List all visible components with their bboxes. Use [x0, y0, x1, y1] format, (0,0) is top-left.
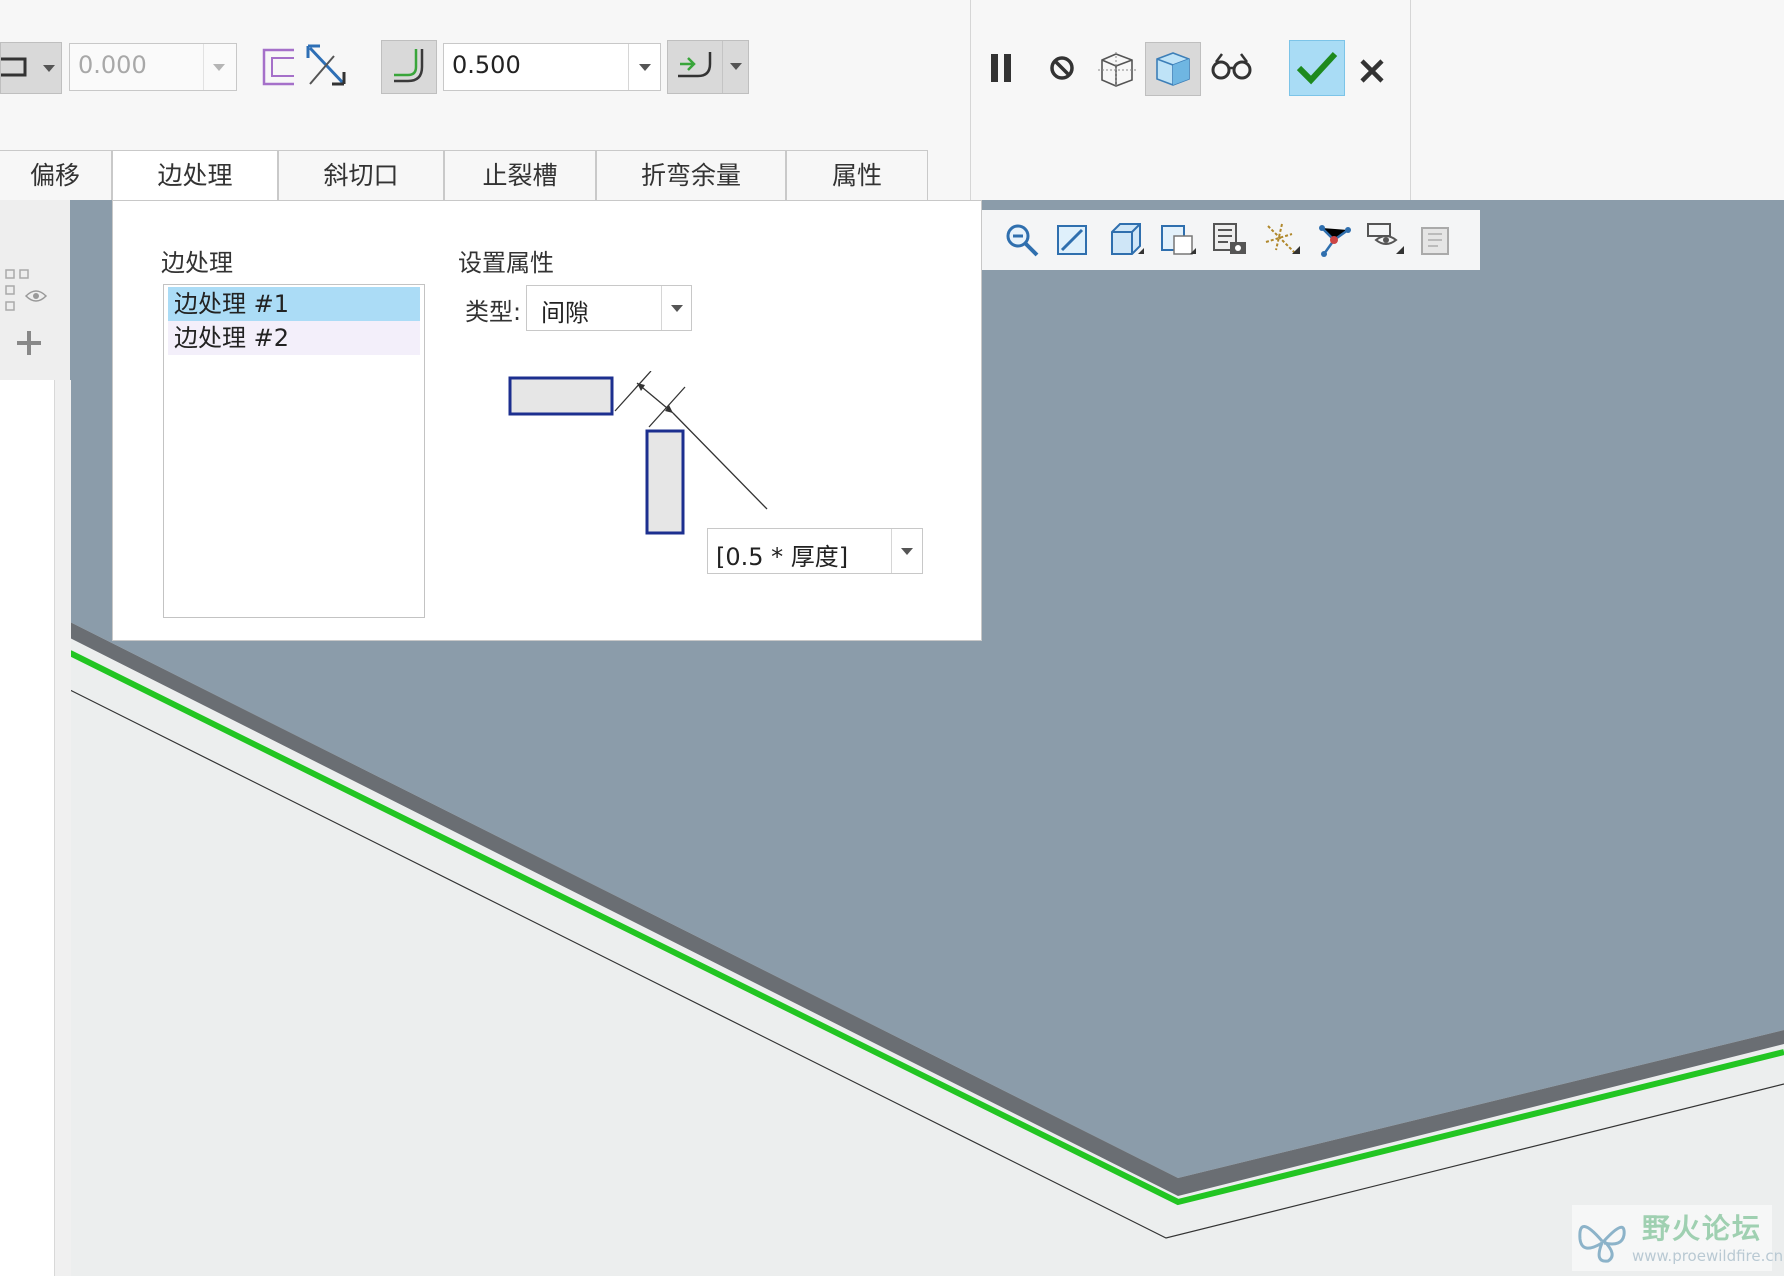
annotation-display-icon[interactable] [1366, 220, 1406, 260]
bend-side-button[interactable] [667, 40, 749, 94]
list-item-label: 边处理 #2 [174, 324, 290, 352]
bend-radius-icon [394, 49, 424, 83]
tab-bend-allowance[interactable]: 折弯余量 [596, 150, 786, 201]
list-item[interactable]: 边处理 #1 [168, 287, 420, 321]
gap-value-field[interactable]: 0.500 [443, 43, 661, 91]
list-item-label: 边处理 #1 [174, 290, 290, 318]
datum-display-icon[interactable] [1262, 220, 1302, 260]
tab-label: 边处理 [157, 161, 233, 190]
chevron-down-icon [43, 65, 55, 72]
list-title: 边处理 [161, 249, 233, 277]
edge-treatment-list[interactable]: 边处理 #1 边处理 #2 [163, 284, 425, 618]
gap-value: 0.500 [452, 51, 521, 79]
chevron-down-icon [671, 305, 683, 312]
appearance-icon[interactable] [1418, 220, 1458, 260]
watermark: 野火论坛 www.proewildfire.cn [1572, 1205, 1783, 1271]
type-select[interactable]: 间隙 [526, 285, 692, 331]
bend-side-icon [678, 52, 712, 78]
verify-icon[interactable] [1210, 52, 1254, 86]
tab-offset[interactable]: 偏移 [0, 150, 112, 201]
swap-direction-icon[interactable] [304, 44, 350, 90]
add-icon[interactable] [14, 328, 44, 358]
offset-value: 0.000 [78, 51, 147, 79]
gap-formula-select[interactable]: [0.5 * 厚度] [707, 528, 923, 574]
display-style-icon[interactable] [1210, 220, 1250, 260]
edge-treatment-panel: 边处理 边处理 #1 边处理 #2 设置属性 类型: 间隙 [0.5 * 厚度] [112, 200, 982, 641]
watermark-url: www.proewildfire.cn [1632, 1247, 1784, 1265]
chevron-down-icon [639, 64, 651, 71]
list-item[interactable]: 边处理 #2 [168, 321, 420, 355]
shaded-preview-button[interactable] [1145, 42, 1201, 96]
refit-icon[interactable] [1054, 220, 1094, 260]
tab-label: 折弯余量 [640, 161, 741, 190]
butterfly-logo-icon [1578, 1225, 1626, 1263]
view-manager-icon[interactable] [1158, 220, 1198, 260]
shaded-preview-icon [1156, 52, 1190, 86]
tab-edge-treatment[interactable]: 边处理 [112, 150, 278, 202]
watermark-title: 野火论坛 [1642, 1212, 1763, 1245]
bend-radius-button[interactable] [381, 40, 437, 94]
flip-edge-icon [1, 57, 27, 77]
tab-miter-cuts[interactable]: 斜切口 [278, 150, 444, 201]
type-value: 间隙 [541, 299, 589, 327]
view-toolbar [980, 210, 1480, 270]
confirm-check-icon [1296, 51, 1338, 85]
flip-button[interactable] [0, 42, 62, 94]
zoom-out-icon[interactable] [1002, 220, 1042, 260]
chevron-down-icon [901, 548, 913, 555]
offset-value-field[interactable]: 0.000 [69, 43, 237, 91]
tab-relief[interactable]: 止裂槽 [444, 150, 596, 201]
saved-orientations-icon[interactable] [1106, 220, 1146, 260]
tab-label: 止裂槽 [482, 161, 558, 190]
cancel-x-icon[interactable] [1358, 57, 1388, 87]
wireframe-preview-icon[interactable] [1096, 50, 1138, 90]
tab-label: 斜切口 [323, 161, 399, 190]
gap-formula: [0.5 * 厚度] [716, 543, 849, 571]
type-label: 类型: [465, 298, 522, 326]
model-tree-strip [0, 200, 71, 1276]
properties-title: 设置属性 [458, 249, 554, 277]
spin-center-icon[interactable] [1314, 220, 1354, 260]
confirm-button[interactable] [1289, 40, 1345, 96]
tab-label: 偏移 [29, 161, 80, 190]
no-preview-icon[interactable] [1048, 54, 1078, 84]
offset-edge-icon[interactable] [260, 46, 300, 90]
chevron-down-icon [213, 64, 225, 71]
chevron-down-icon [730, 63, 742, 70]
tab-properties[interactable]: 属性 [786, 150, 928, 201]
pause-icon[interactable] [988, 52, 1018, 86]
tree-filter-icon[interactable] [4, 268, 50, 314]
tab-label: 属性 [831, 161, 882, 190]
